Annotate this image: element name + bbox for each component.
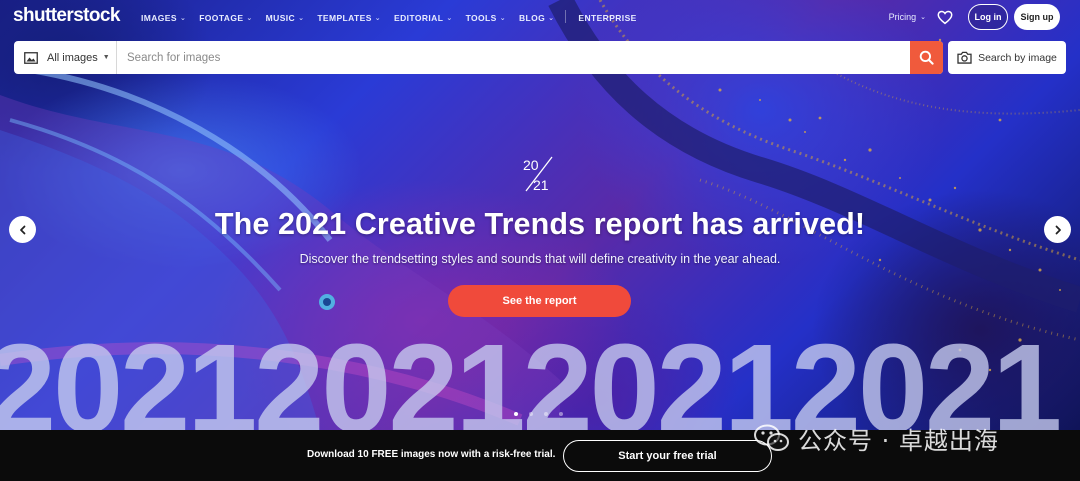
carousel-dot-4[interactable] [559,412,563,416]
carousel-dots [514,412,574,416]
nav-item-images[interactable]: IMAGES ⌄ [141,12,186,23]
chevron-down-icon: ⌄ [374,14,382,22]
shutterstock-logo[interactable]: shutterstock [13,5,120,27]
chevron-left-icon [19,225,25,234]
carousel-dot-1[interactable] [514,412,518,416]
nav-divider [565,10,567,23]
camera-icon [957,51,972,64]
chevron-down-icon: ⌄ [246,14,253,22]
asset-type-select[interactable]: All images ▼ [14,41,117,74]
see-report-button[interactable]: See the report [448,285,631,317]
asset-type-label: All images [47,51,98,64]
nav-item-templates[interactable]: TEMPLATES ⌄ [317,12,381,23]
nav-item-label: TOOLS [465,12,497,23]
trends-logo-top-text: 20 [523,157,539,173]
chevron-down-icon: ⌄ [179,14,187,22]
wechat-icon [754,424,789,451]
nav-item-blog[interactable]: BLOG ⌄ [519,12,554,23]
chevron-down-icon: ⌄ [298,14,305,22]
watermark-text: 公众号 · 卓越出海 [798,426,999,455]
chevron-down-icon: ⌄ [548,14,555,22]
nav-item-label: IMAGES [141,12,177,23]
search-by-image-label: Search by image [978,51,1057,64]
search-bar: All images ▼ [14,41,943,74]
nav-item-label: TEMPLATES [317,12,372,23]
nav-item-tools[interactable]: TOOLS ⌄ [466,12,506,23]
search-by-image-button[interactable]: Search by image [948,41,1066,74]
pricing-label: Pricing [888,12,917,22]
search-input[interactable] [117,41,910,74]
nav-item-footage[interactable]: FOOTAGE ⌄ [199,12,252,23]
nav-item-label: BLOG [518,12,546,23]
chevron-down-icon: ▼ [102,54,110,61]
trends-2021-logo: 20 21 [523,156,553,193]
carousel-dot-2[interactable] [529,412,533,416]
top-navigation: shutterstock IMAGES ⌄ FOOTAGE ⌄ MUSIC ⌄ TEM… [0,0,1080,36]
nav-item-label: FOOTAGE [199,12,244,23]
image-icon [24,51,38,64]
hero-headline: The 2021 Creative Trends report has arri… [214,207,866,241]
nav-item-label: EDITORIAL [394,12,444,23]
heart-icon[interactable] [936,8,954,26]
start-free-trial-button[interactable]: Start your free trial [563,440,772,472]
chevron-down-icon: ⌄ [499,14,506,22]
carousel-prev-button[interactable] [9,216,36,243]
nav-item-label: MUSIC [265,12,296,23]
chevron-right-icon [1055,225,1061,234]
carousel-dot-3[interactable] [544,412,548,416]
nav-item-music[interactable]: MUSIC ⌄ [266,12,305,23]
signup-button[interactable]: Sign up [1014,4,1060,30]
chevron-down-icon: ⌄ [446,14,453,22]
login-button[interactable]: Log in [968,4,1008,30]
search-icon [919,50,934,65]
nav-item-editorial[interactable]: EDITORIAL ⌄ [394,12,453,23]
hero-subheadline: Discover the trendsetting styles and sou… [299,252,781,266]
search-button[interactable] [910,41,943,74]
carousel-next-button[interactable] [1044,216,1071,243]
pricing-menu[interactable]: Pricing ⌄ [889,12,926,22]
wechat-watermark: 公众号 · 卓越出海 [752,420,999,456]
main-nav-links: IMAGES ⌄ FOOTAGE ⌄ MUSIC ⌄ TEMPLATES ⌄ EDITO… [141,10,650,23]
chevron-down-icon: ⌄ [920,14,926,21]
free-trial-text: Download 10 FREE images now with a risk-… [307,449,556,460]
nav-item-enterprise[interactable]: ENTERPRISE [578,12,636,23]
nav-account-area: Pricing ⌄ Log in Sign up [889,4,1060,30]
